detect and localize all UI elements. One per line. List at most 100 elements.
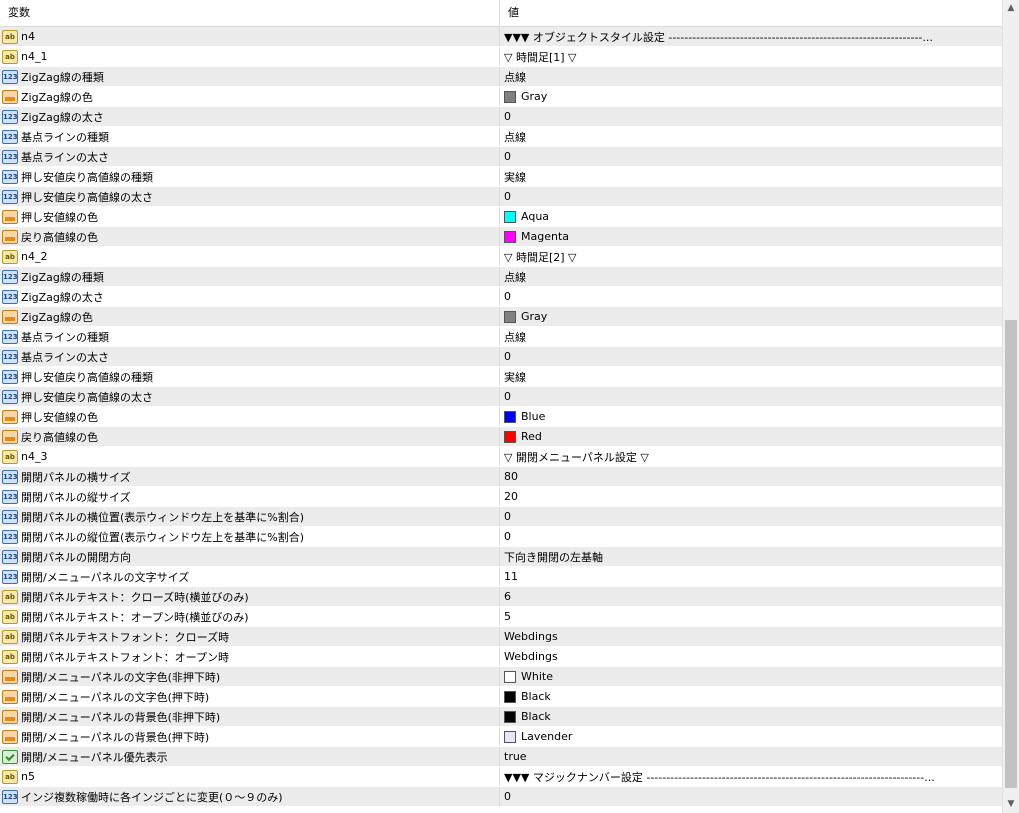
parameter-value-cell[interactable]: 実線 [500,367,1002,386]
parameter-name-cell[interactable]: 開閉/メニューパネルの文字色(押下時) [0,687,500,706]
parameter-row[interactable]: 123 押し安値戻り高値線の太さ 0 [0,187,1002,207]
parameter-name-cell[interactable]: ZigZag線の色 [0,87,500,106]
parameter-row[interactable]: 123 開閉/メニューパネルの文字サイズ 11 [0,567,1002,587]
parameter-name-cell[interactable]: 123 開閉パネルの縦位置(表示ウィンドウ左上を基準に%割合) [0,527,500,546]
parameter-name-cell[interactable]: ab 開閉パネルテキストフォント：オープン時 [0,647,500,666]
parameter-value-cell[interactable]: 点線 [500,267,1002,286]
parameter-row[interactable]: 123 ZigZag線の種類 点線 [0,67,1002,87]
parameter-name-cell[interactable]: ab n4_2 [0,247,500,266]
parameter-row[interactable]: ab 開閉パネルテキスト：オープン時(横並びのみ) 5 [0,607,1002,627]
parameter-row[interactable]: 123 開閉パネルの縦サイズ 20 [0,487,1002,507]
parameter-value-cell[interactable]: 0 [500,107,1002,126]
parameter-row[interactable]: 123 インジ複数稼働時に各インジごとに変更(０～９のみ) 0 [0,787,1002,807]
parameter-name-cell[interactable]: 123 押し安値戻り高値線の太さ [0,187,500,206]
parameter-value-cell[interactable]: ▽ 時間足[1] ▽ [500,47,1002,66]
parameter-value-cell[interactable]: true [500,747,1002,766]
parameter-value-cell[interactable]: Aqua [500,207,1002,226]
parameter-row[interactable]: ab n4_3 ▽ 開閉メニューパネル設定 ▽ [0,447,1002,467]
parameter-row[interactable]: ZigZag線の色 Gray [0,307,1002,327]
parameter-row[interactable]: ab n5 ▼▼▼ マジックナンバー設定 ---------------------… [0,767,1002,787]
parameter-value-cell[interactable]: 0 [500,527,1002,546]
parameter-row[interactable]: 123 開閉パネルの開閉方向 下向き開閉の左基軸 [0,547,1002,567]
parameter-name-cell[interactable]: 押し安値線の色 [0,407,500,426]
parameter-value-cell[interactable]: 0 [500,387,1002,406]
parameter-row[interactable]: ab n4_2 ▽ 時間足[2] ▽ [0,247,1002,267]
parameter-name-cell[interactable]: ab 開閉パネルテキスト：クローズ時(横並びのみ) [0,587,500,606]
parameter-value-cell[interactable]: ▽ 時間足[2] ▽ [500,247,1002,266]
parameter-value-cell[interactable]: 下向き開閉の左基軸 [500,547,1002,566]
parameter-name-cell[interactable]: 開閉/メニューパネルの背景色(非押下時) [0,707,500,726]
parameter-name-cell[interactable]: 123 ZigZag線の種類 [0,67,500,86]
parameter-row[interactable]: 123 基点ラインの種類 点線 [0,127,1002,147]
parameter-value-cell[interactable]: Gray [500,307,1002,326]
parameter-name-cell[interactable]: 開閉/メニューパネルの背景色(押下時) [0,727,500,746]
parameter-value-cell[interactable]: 0 [500,347,1002,366]
parameter-name-cell[interactable]: ab n5 [0,767,500,786]
parameter-name-cell[interactable]: 123 ZigZag線の太さ [0,287,500,306]
parameter-row[interactable]: 123 開閉パネルの縦位置(表示ウィンドウ左上を基準に%割合) 0 [0,527,1002,547]
parameter-row[interactable]: 押し安値線の色 Blue [0,407,1002,427]
parameter-row[interactable]: 開閉/メニューパネル優先表示 true [0,747,1002,767]
parameter-name-cell[interactable]: 戻り高値線の色 [0,427,500,446]
parameter-row[interactable]: 123 ZigZag線の太さ 0 [0,107,1002,127]
scroll-down-icon[interactable]: ▼ [1003,796,1019,813]
parameter-value-cell[interactable]: 点線 [500,67,1002,86]
parameter-name-cell[interactable]: 123 押し安値戻り高値線の太さ [0,387,500,406]
parameter-name-cell[interactable]: ZigZag線の色 [0,307,500,326]
parameter-name-cell[interactable]: 123 開閉パネルの横位置(表示ウィンドウ左上を基準に%割合) [0,507,500,526]
parameter-row[interactable]: 123 開閉パネルの横位置(表示ウィンドウ左上を基準に%割合) 0 [0,507,1002,527]
parameter-name-cell[interactable]: 123 開閉/メニューパネルの文字サイズ [0,567,500,586]
parameter-name-cell[interactable]: 押し安値線の色 [0,207,500,226]
parameter-name-cell[interactable]: 123 押し安値戻り高値線の種類 [0,167,500,186]
parameter-name-cell[interactable]: 123 押し安値戻り高値線の種類 [0,367,500,386]
parameter-value-cell[interactable]: 11 [500,567,1002,586]
parameter-value-cell[interactable]: 0 [500,507,1002,526]
parameter-row[interactable]: ab 開閉パネルテキストフォント：オープン時 Webdings [0,647,1002,667]
parameter-row[interactable]: 123 開閉パネルの横サイズ 80 [0,467,1002,487]
parameter-name-cell[interactable]: 123 基点ラインの太さ [0,347,500,366]
parameter-name-cell[interactable]: 123 基点ラインの種類 [0,127,500,146]
scroll-up-icon[interactable]: ▲ [1003,0,1019,17]
parameter-value-cell[interactable]: 5 [500,607,1002,626]
parameter-value-cell[interactable]: White [500,667,1002,686]
parameter-value-cell[interactable]: 0 [500,787,1002,806]
parameter-value-cell[interactable]: 0 [500,287,1002,306]
parameter-row[interactable]: 123 押し安値戻り高値線の種類 実線 [0,367,1002,387]
parameter-value-cell[interactable]: ▼▼▼ マジックナンバー設定 -------------------------… [500,767,1002,786]
parameter-row[interactable]: ZigZag線の色 Gray [0,87,1002,107]
parameter-row[interactable]: 戻り高値線の色 Magenta [0,227,1002,247]
parameter-value-cell[interactable]: Black [500,687,1002,706]
parameter-value-cell[interactable]: 6 [500,587,1002,606]
parameter-name-cell[interactable]: ab n4_3 [0,447,500,466]
parameter-name-cell[interactable]: 123 インジ複数稼働時に各インジごとに変更(０～９のみ) [0,787,500,806]
parameter-row[interactable]: 123 基点ラインの種類 点線 [0,327,1002,347]
parameter-name-cell[interactable]: 123 開閉パネルの横サイズ [0,467,500,486]
parameter-row[interactable]: 開閉/メニューパネルの背景色(非押下時) Black [0,707,1002,727]
parameter-value-cell[interactable]: Webdings [500,647,1002,666]
parameter-row[interactable]: ab n4_1 ▽ 時間足[1] ▽ [0,47,1002,67]
parameter-row[interactable]: 押し安値線の色 Aqua [0,207,1002,227]
parameter-value-cell[interactable]: Black [500,707,1002,726]
parameter-row[interactable]: ab n4 ▼▼▼ オブジェクトスタイル設定 -------------------… [0,27,1002,47]
parameter-row[interactable]: 戻り高値線の色 Red [0,427,1002,447]
parameter-name-cell[interactable]: 開閉/メニューパネル優先表示 [0,747,500,766]
parameter-value-cell[interactable]: Blue [500,407,1002,426]
parameter-value-cell[interactable]: 80 [500,467,1002,486]
parameter-value-cell[interactable]: ▽ 開閉メニューパネル設定 ▽ [500,447,1002,466]
parameter-name-cell[interactable]: 123 ZigZag線の太さ [0,107,500,126]
parameter-value-cell[interactable]: Magenta [500,227,1002,246]
column-header-value[interactable]: 値 [500,0,1002,26]
parameter-row[interactable]: 123 押し安値戻り高値線の太さ 0 [0,387,1002,407]
scrollbar-thumb[interactable] [1005,320,1017,788]
parameter-value-cell[interactable]: Webdings [500,627,1002,646]
parameter-value-cell[interactable]: 点線 [500,327,1002,346]
parameter-name-cell[interactable]: 123 開閉パネルの縦サイズ [0,487,500,506]
parameter-name-cell[interactable]: 123 開閉パネルの開閉方向 [0,547,500,566]
parameter-value-cell[interactable]: 点線 [500,127,1002,146]
parameter-value-cell[interactable]: Gray [500,87,1002,106]
parameter-name-cell[interactable]: 開閉/メニューパネルの文字色(非押下時) [0,667,500,686]
parameter-row[interactable]: 開閉/メニューパネルの文字色(非押下時) White [0,667,1002,687]
parameter-value-cell[interactable]: ▼▼▼ オブジェクトスタイル設定 -----------------------… [500,27,1002,46]
parameter-row[interactable]: 123 基点ラインの太さ 0 [0,347,1002,367]
parameter-name-cell[interactable]: 123 ZigZag線の種類 [0,267,500,286]
